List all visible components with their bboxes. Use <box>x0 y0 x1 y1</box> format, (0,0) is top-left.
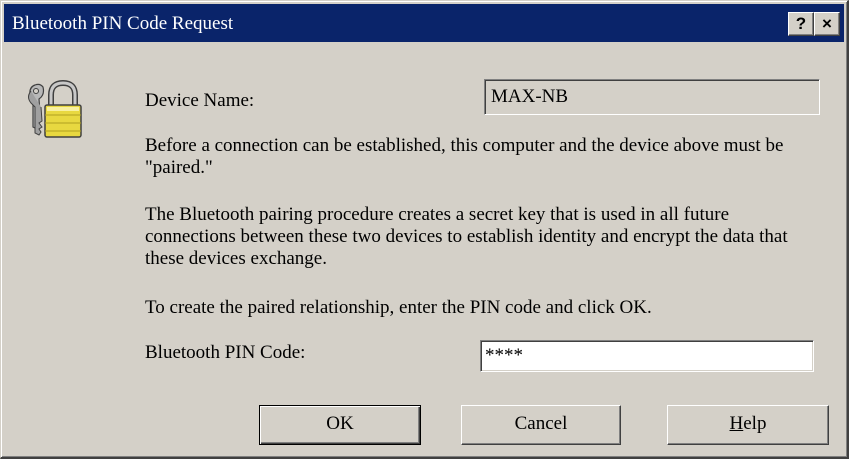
pairing-intro-text: Before a connection can be established, … <box>145 135 784 178</box>
close-button[interactable]: × <box>814 12 840 36</box>
pairing-explanation-text: The Bluetooth pairing procedure creates … <box>145 204 788 269</box>
keys-icon <box>28 83 45 136</box>
help-button[interactable]: Help <box>667 405 829 445</box>
help-title-button[interactable]: ? <box>788 12 814 36</box>
pin-code-input[interactable] <box>480 340 814 372</box>
lock-keys-icon <box>28 79 82 138</box>
window-title: Bluetooth PIN Code Request <box>12 13 234 34</box>
pin-code-label: Bluetooth PIN Code: <box>145 342 306 363</box>
help-mnemonic: H <box>729 413 744 434</box>
help-label-rest: elp <box>743 413 767 434</box>
bluetooth-pin-dialog: Bluetooth PIN Code Request ? × Device Na… <box>0 0 849 459</box>
pairing-instruction-text: To create the paired relationship, enter… <box>145 297 652 318</box>
cancel-button[interactable]: Cancel <box>461 405 621 445</box>
device-name-label: Device Name: <box>145 90 255 111</box>
ok-button[interactable]: OK <box>259 405 421 445</box>
title-bar[interactable]: Bluetooth PIN Code Request ? × <box>4 4 844 42</box>
device-name-field: MAX-NB <box>484 79 820 115</box>
